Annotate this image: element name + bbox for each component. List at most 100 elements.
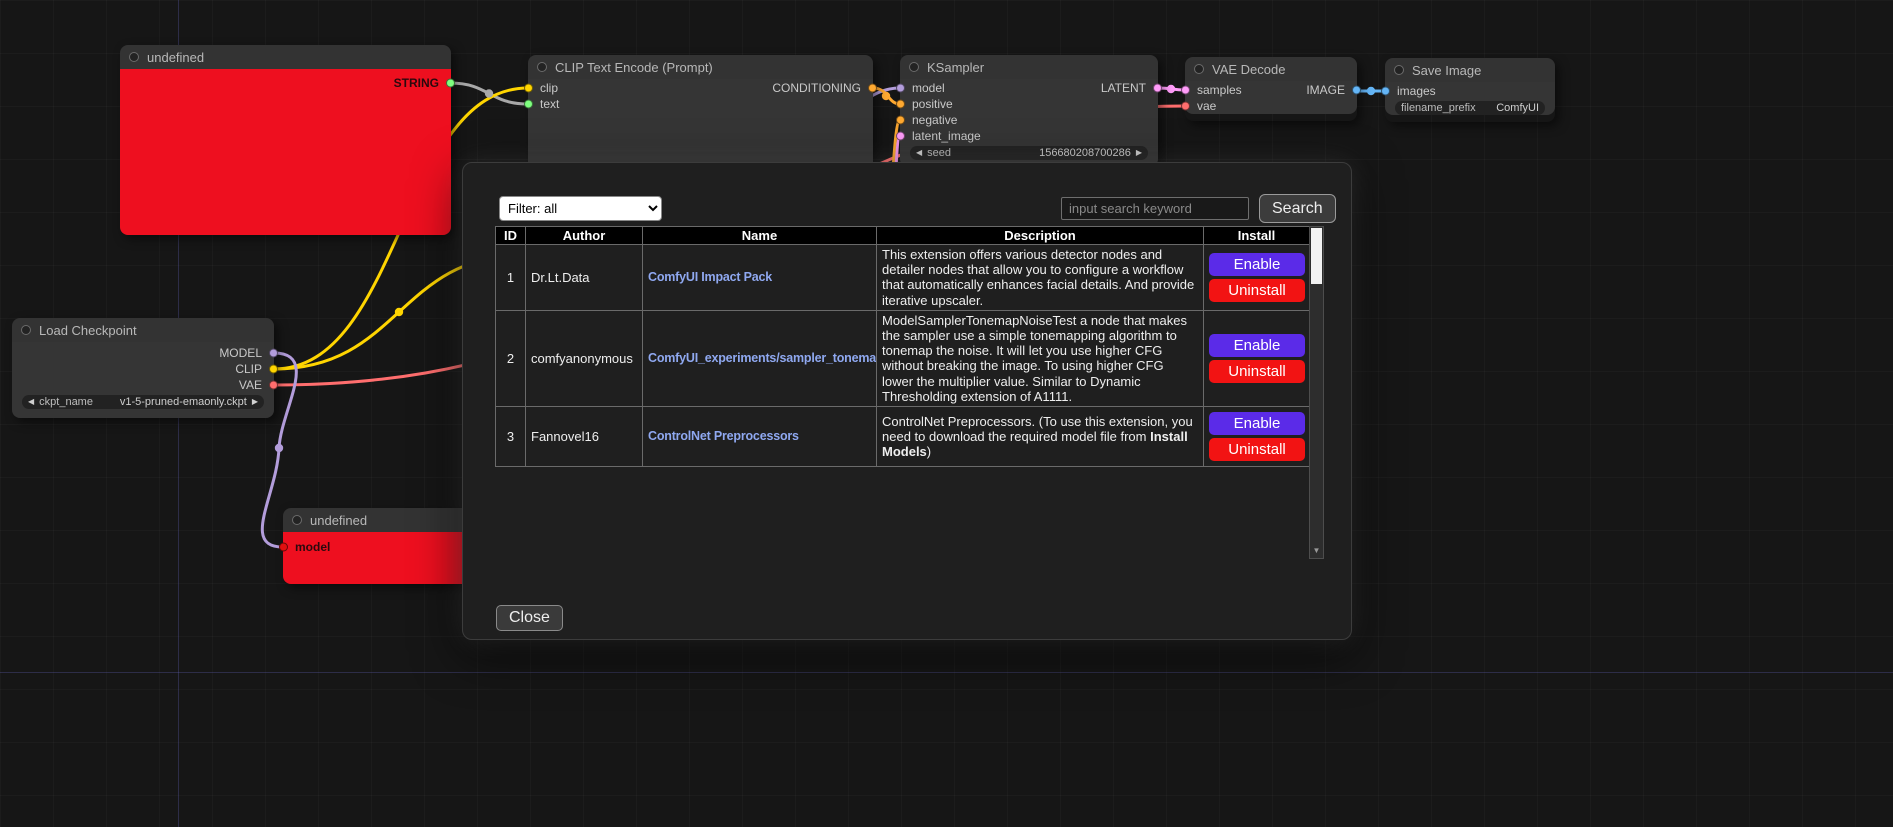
collapse-dot-icon[interactable] — [1194, 64, 1204, 74]
collapse-dot-icon[interactable] — [909, 62, 919, 72]
link-midpoint-dot — [882, 92, 890, 100]
custom-nodes-manager-dialog: Filter: all Search ID Author Name Descri… — [462, 162, 1352, 640]
input-slot-vae[interactable] — [1181, 102, 1190, 111]
node-ksampler[interactable]: KSampler model LATENT positive negative … — [900, 55, 1158, 167]
input-label-model: model — [912, 81, 945, 95]
input-label-positive: positive — [912, 97, 953, 111]
node-title-bar[interactable]: Load Checkpoint — [12, 318, 274, 342]
uninstall-button[interactable]: Uninstall — [1209, 279, 1305, 302]
collapse-dot-icon[interactable] — [21, 325, 31, 335]
input-label-text: text — [540, 97, 559, 111]
enable-button[interactable]: Enable — [1209, 253, 1305, 276]
extension-link[interactable]: ComfyUI_experiments/sampler_tonemap — [648, 351, 877, 365]
seed-widget[interactable]: ◀ seed 156680208700286 ▶ — [910, 146, 1148, 160]
node-save-image[interactable]: Save Image images filename_prefix ComfyU… — [1385, 58, 1555, 122]
row-author: comfyanonymous — [526, 310, 643, 406]
decrement-arrow-icon[interactable]: ◀ — [916, 149, 922, 157]
custom-nodes-table: ID Author Name Description Install 1 Dr.… — [495, 226, 1310, 467]
node-load-checkpoint[interactable]: Load Checkpoint MODEL CLIP VAE ◀ ckpt_na… — [12, 318, 274, 418]
output-slot-conditioning[interactable] — [868, 84, 877, 93]
search-input[interactable] — [1061, 197, 1249, 220]
input-slot-latent-image[interactable] — [896, 132, 905, 141]
collapse-dot-icon[interactable] — [537, 62, 547, 72]
column-header-install: Install — [1204, 227, 1310, 245]
output-slot-string[interactable] — [446, 79, 455, 88]
scroll-down-arrow-icon[interactable]: ▼ — [1310, 544, 1323, 557]
filename-prefix-widget[interactable]: filename_prefix ComfyUI — [1395, 101, 1545, 115]
row-author: Dr.Lt.Data — [526, 245, 643, 311]
row-description: ModelSamplerTonemapNoiseTest a node that… — [877, 310, 1204, 406]
node-undefined-top[interactable]: undefined STRING — [120, 45, 451, 235]
input-label-latent-image: latent_image — [912, 129, 981, 143]
column-header-name: Name — [643, 227, 877, 245]
filename-prefix-value: ComfyUI — [1496, 102, 1539, 114]
output-label-model: MODEL — [219, 346, 262, 360]
node-title-bar[interactable]: undefined — [120, 45, 451, 69]
collapse-dot-icon[interactable] — [129, 52, 139, 62]
table-row: 1 Dr.Lt.Data ComfyUI Impact Pack This ex… — [496, 245, 1310, 311]
input-slot-negative[interactable] — [896, 116, 905, 125]
node-title-bar[interactable]: VAE Decode — [1185, 57, 1357, 81]
filter-select[interactable]: Filter: all — [499, 196, 662, 221]
link-midpoint-dot — [395, 308, 403, 316]
input-label-vae: vae — [1197, 99, 1216, 113]
collapse-dot-icon[interactable] — [292, 515, 302, 525]
input-slot-model[interactable] — [896, 84, 905, 93]
node-title: undefined — [310, 513, 367, 528]
input-slot-text[interactable] — [524, 100, 533, 109]
output-slot-clip[interactable] — [269, 365, 278, 374]
ckpt-name-label: ckpt_name — [39, 396, 93, 408]
input-slot-samples[interactable] — [1181, 86, 1190, 95]
extension-link[interactable]: ControlNet Preprocessors — [648, 429, 799, 443]
row-author: Fannovel16 — [526, 407, 643, 467]
input-slot-model[interactable] — [279, 543, 288, 552]
node-title: undefined — [147, 50, 204, 65]
output-label-latent: LATENT — [1101, 81, 1146, 95]
link-midpoint-dot — [1167, 85, 1175, 93]
node-title-bar[interactable]: CLIP Text Encode (Prompt) — [528, 55, 873, 79]
column-header-author: Author — [526, 227, 643, 245]
input-label-model: model — [295, 540, 330, 554]
row-id: 1 — [496, 245, 526, 311]
column-header-id: ID — [496, 227, 526, 245]
link-midpoint-dot — [485, 89, 493, 97]
collapse-dot-icon[interactable] — [1394, 65, 1404, 75]
increment-arrow-icon[interactable]: ▶ — [252, 398, 258, 406]
enable-button[interactable]: Enable — [1209, 334, 1305, 357]
output-label-vae: VAE — [239, 378, 262, 392]
node-title-bar[interactable]: Save Image — [1385, 58, 1555, 82]
scrollbar-thumb[interactable] — [1311, 228, 1322, 284]
input-slot-positive[interactable] — [896, 100, 905, 109]
uninstall-button[interactable]: Uninstall — [1209, 438, 1305, 461]
table-scrollbar[interactable]: ▼ — [1309, 226, 1324, 559]
node-title-bar[interactable]: KSampler — [900, 55, 1158, 79]
link-midpoint-dot — [1367, 87, 1375, 95]
input-slot-clip[interactable] — [524, 84, 533, 93]
output-slot-image[interactable] — [1352, 86, 1361, 95]
row-id: 2 — [496, 310, 526, 406]
output-label-conditioning: CONDITIONING — [772, 81, 861, 95]
decrement-arrow-icon[interactable]: ◀ — [28, 398, 34, 406]
input-label-clip: clip — [540, 81, 558, 95]
close-button[interactable]: Close — [496, 605, 563, 631]
node-vae-decode[interactable]: VAE Decode samples IMAGE vae — [1185, 57, 1357, 121]
ckpt-name-value: v1-5-pruned-emaonly.ckpt — [120, 396, 247, 408]
ckpt-name-widget[interactable]: ◀ ckpt_name v1-5-pruned-emaonly.ckpt ▶ — [22, 395, 264, 409]
error-node-body: STRING — [120, 69, 451, 235]
filename-prefix-label: filename_prefix — [1401, 102, 1476, 114]
enable-button[interactable]: Enable — [1209, 412, 1305, 435]
seed-widget-value: 156680208700286 — [1039, 147, 1131, 159]
input-label-negative: negative — [912, 113, 957, 127]
search-button[interactable]: Search — [1259, 194, 1336, 223]
uninstall-button[interactable]: Uninstall — [1209, 360, 1305, 383]
extension-link[interactable]: ComfyUI Impact Pack — [648, 270, 772, 284]
output-slot-model[interactable] — [269, 349, 278, 358]
output-slot-latent[interactable] — [1153, 84, 1162, 93]
input-slot-images[interactable] — [1381, 87, 1390, 96]
increment-arrow-icon[interactable]: ▶ — [1136, 149, 1142, 157]
node-title: Save Image — [1412, 63, 1481, 78]
output-label-clip: CLIP — [235, 362, 262, 376]
input-label-images: images — [1397, 84, 1436, 98]
output-slot-vae[interactable] — [269, 381, 278, 390]
output-label-image: IMAGE — [1306, 83, 1345, 97]
